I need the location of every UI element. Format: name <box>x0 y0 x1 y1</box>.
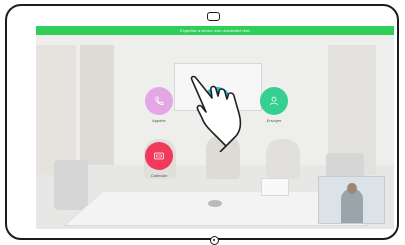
assistant-label: Envoyer <box>266 118 282 123</box>
call-button[interactable]: Appeler <box>139 87 179 123</box>
self-view-head <box>347 183 357 194</box>
person-icon <box>270 96 278 106</box>
table-speaker <box>208 200 222 207</box>
call-button-circle[interactable] <box>145 87 173 115</box>
camera-icon <box>207 12 220 21</box>
assistant-circle[interactable] <box>260 87 288 115</box>
meetings-label: Calendar <box>150 173 168 178</box>
pointing-hand-icon <box>190 75 242 152</box>
call-label: Appeler <box>152 118 166 123</box>
home-button[interactable] <box>210 236 219 245</box>
meetings-circle[interactable] <box>145 142 173 170</box>
self-view-video[interactable] <box>318 176 385 224</box>
meetings-button[interactable]: Calendar <box>139 142 179 178</box>
status-banner: Expertise a device own unsolicited blah <box>36 26 394 35</box>
meeting-icon <box>154 152 164 160</box>
self-view-person <box>341 189 363 223</box>
curtain-left <box>80 45 114 165</box>
chair-left <box>54 160 88 210</box>
assistant-button[interactable]: Envoyer <box>254 87 294 123</box>
phone-icon <box>155 96 164 105</box>
person-right <box>266 139 300 179</box>
laptop <box>261 178 289 196</box>
curtain-left-outer <box>36 45 76 175</box>
